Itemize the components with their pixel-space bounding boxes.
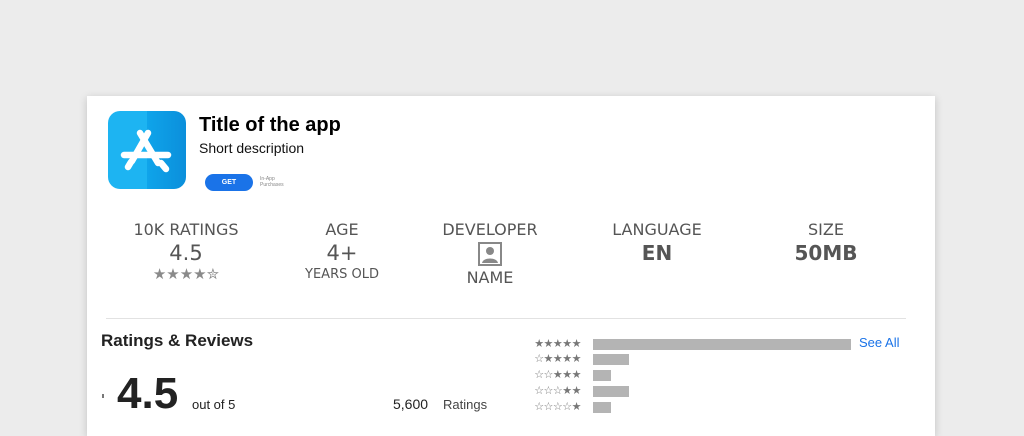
star-level-icon: ☆☆☆★★ (534, 385, 581, 397)
out-of-label: out of 5 (192, 397, 236, 412)
stat-developer: DEVELOPER NAME (415, 220, 565, 288)
breakdown-bar (593, 370, 612, 381)
language-value: EN (641, 241, 673, 265)
age-value: 4+ (326, 241, 358, 265)
stat-language: LANGUAGE EN (582, 220, 732, 266)
developer-label: DEVELOPER (442, 220, 538, 239)
ratings-reviews-title: Ratings & Reviews (101, 331, 254, 350)
average-score: 4.5 (117, 369, 179, 418)
ratings-count-label: Ratings (443, 397, 488, 412)
breakdown-bar (593, 339, 851, 350)
app-description: Short description (199, 140, 305, 156)
breakdown-bar (593, 354, 630, 365)
see-all-link[interactable]: See All (859, 335, 899, 350)
size-value: 50MB (794, 241, 858, 265)
star-level-icon: ☆☆★★★ (534, 369, 581, 381)
star-level-icon: ☆☆☆☆★ (534, 401, 581, 413)
star-level-icon: ☆★★★★ (534, 353, 581, 365)
age-label: AGE (325, 220, 359, 239)
scroll-marker (102, 394, 104, 398)
breakdown-bar (593, 386, 630, 397)
size-label: SIZE (808, 220, 844, 239)
developer-name: NAME (466, 268, 514, 287)
stat-age: AGE 4+ YEARS OLD (267, 220, 417, 284)
language-label: LANGUAGE (612, 220, 702, 239)
person-icon (478, 242, 502, 266)
ratings-label: 10K RATINGS (133, 220, 239, 239)
app-card: Title of the app Short description GET I… (87, 96, 935, 436)
breakdown-bar (593, 402, 612, 413)
ratings-count: 5,600 (393, 396, 429, 412)
section-divider (106, 318, 906, 319)
stat-size: SIZE 50MB (751, 220, 901, 266)
star-level-icon: ★★★★★ (534, 338, 581, 350)
get-button[interactable]: GET (205, 174, 253, 191)
ratings-value: 4.5 (169, 241, 203, 265)
rating-stars-icon: ★★★★✮ (152, 265, 220, 283)
stat-ratings: 10K RATINGS 4.5 ★★★★✮ (111, 220, 261, 282)
app-title: Title of the app (199, 114, 341, 136)
age-sub: YEARS OLD (305, 267, 379, 282)
in-app-purchases-note: In-App Purchases (260, 176, 284, 188)
app-store-icon[interactable] (108, 111, 186, 189)
